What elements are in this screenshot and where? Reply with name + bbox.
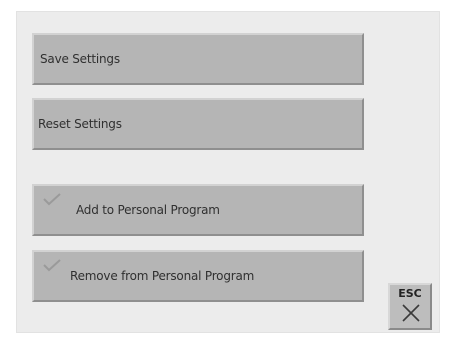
add-to-personal-program-label: Add to Personal Program xyxy=(76,203,220,217)
reset-settings-button[interactable]: Reset Settings xyxy=(32,98,364,150)
add-to-personal-program-button[interactable]: Add to Personal Program xyxy=(32,184,364,236)
check-icon xyxy=(43,259,61,272)
settings-panel: Save Settings Reset Settings Add to Pers… xyxy=(16,11,440,333)
save-settings-button[interactable]: Save Settings xyxy=(32,33,364,85)
esc-label: ESC xyxy=(398,287,422,300)
remove-from-personal-program-button[interactable]: Remove from Personal Program xyxy=(32,250,364,302)
remove-from-personal-program-label: Remove from Personal Program xyxy=(70,269,255,283)
close-icon xyxy=(402,304,420,322)
esc-button[interactable]: ESC xyxy=(388,283,432,330)
save-settings-label: Save Settings xyxy=(40,52,120,66)
reset-settings-label: Reset Settings xyxy=(38,117,122,131)
check-icon xyxy=(43,193,61,206)
